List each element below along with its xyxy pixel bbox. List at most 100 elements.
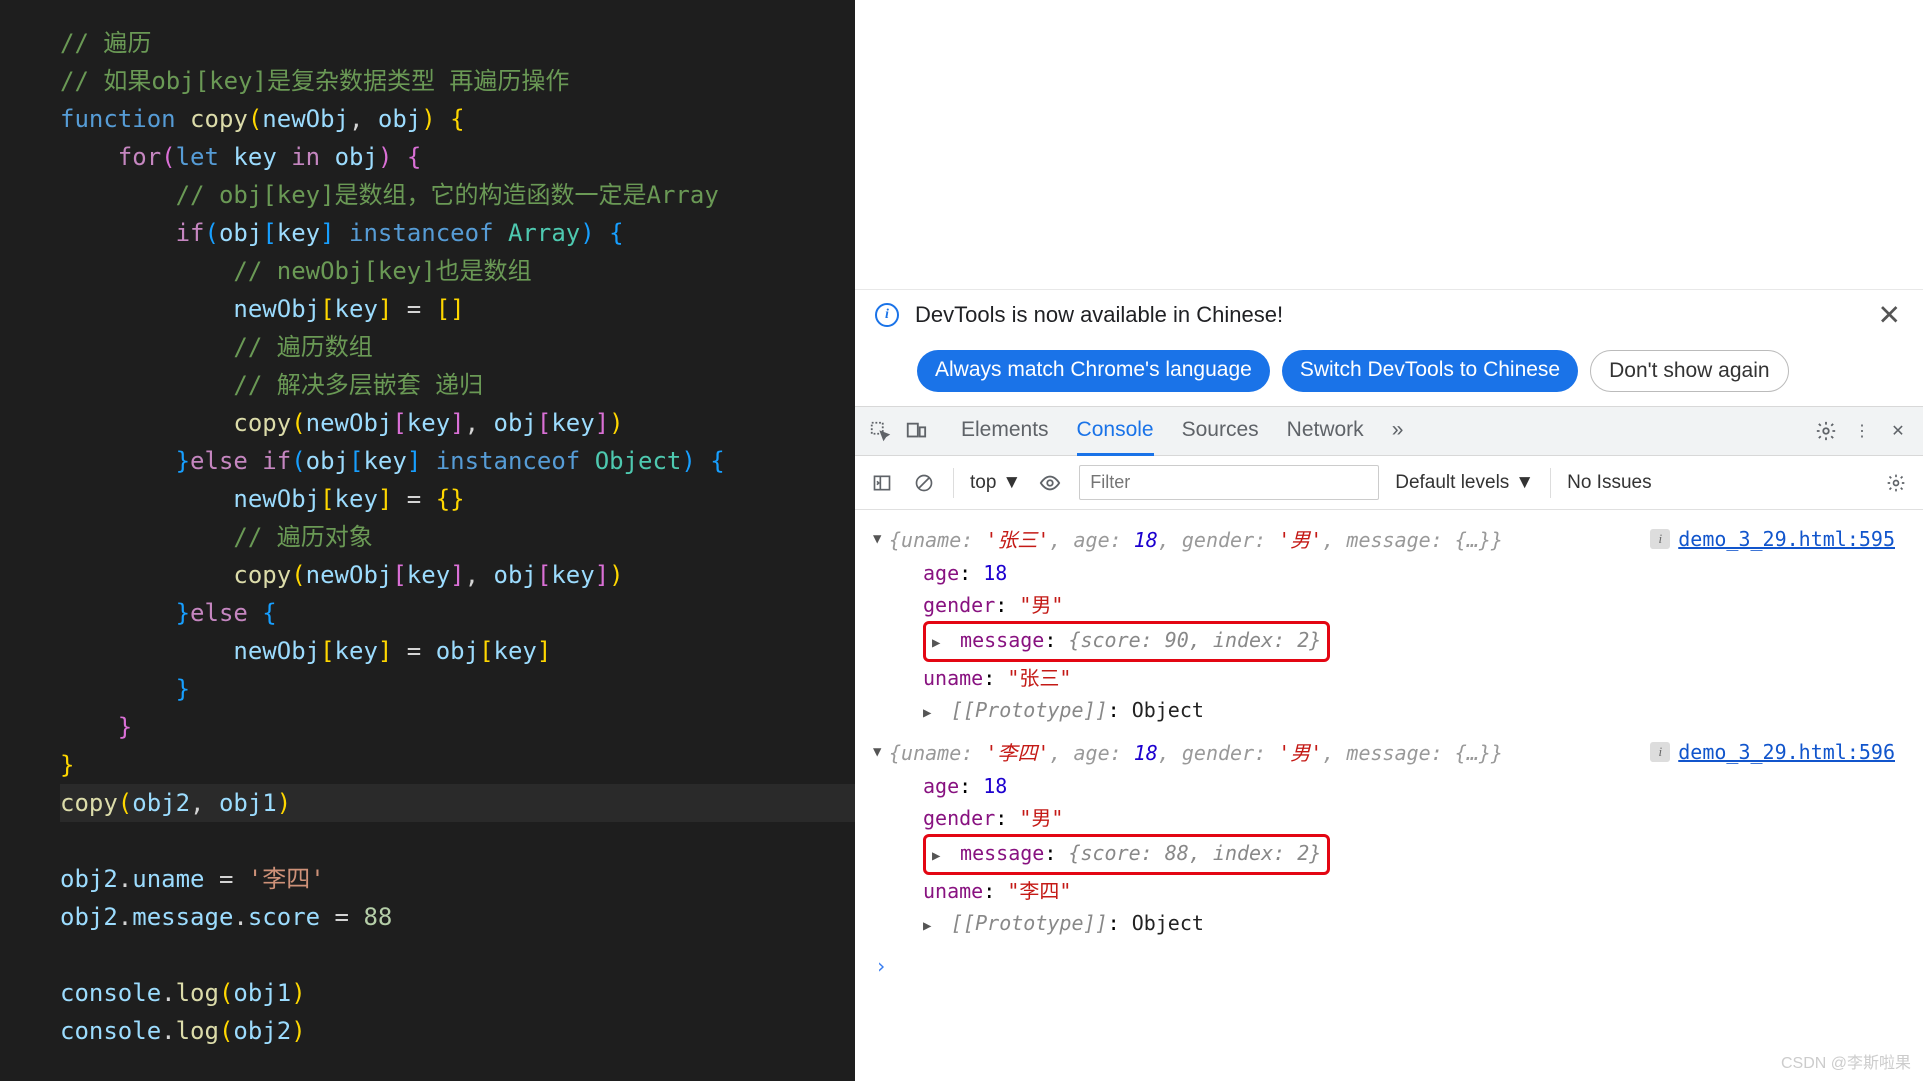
- issues-label: No Issues: [1567, 472, 1651, 494]
- switch-language-button[interactable]: Switch DevTools to Chinese: [1282, 350, 1578, 392]
- var: key: [233, 143, 276, 171]
- kebab-icon[interactable]: ⋮: [1849, 418, 1875, 444]
- match-language-button[interactable]: Always match Chrome's language: [917, 350, 1270, 392]
- kw: if: [262, 447, 291, 475]
- source-link[interactable]: demo_3_29.html:596: [1678, 740, 1895, 764]
- expand-icon[interactable]: ▶: [932, 627, 948, 659]
- var: obj2: [60, 903, 118, 931]
- fn: copy: [60, 789, 118, 817]
- var: key: [335, 637, 378, 665]
- prop-value: "男": [1019, 806, 1063, 830]
- gear-icon[interactable]: [1813, 418, 1839, 444]
- info-icon: i: [875, 303, 899, 327]
- type: Object: [595, 447, 682, 475]
- levels-selector[interactable]: Default levels▼: [1395, 472, 1534, 494]
- tab-network[interactable]: Network: [1287, 407, 1364, 456]
- var: console: [60, 1017, 161, 1045]
- console-prompt[interactable]: ›: [855, 946, 1923, 986]
- kw: else: [190, 599, 248, 627]
- code-comment: // 如果obj[key]是复杂数据类型 再遍历操作: [60, 67, 569, 95]
- prop-value: "李四": [1007, 879, 1071, 903]
- dismiss-button[interactable]: Don't show again: [1590, 350, 1788, 392]
- var: obj1: [219, 789, 277, 817]
- var: obj: [306, 447, 349, 475]
- kw: else: [190, 447, 248, 475]
- kw: if: [176, 219, 205, 247]
- console-toolbar: top▼ Default levels▼ No Issues: [855, 456, 1923, 510]
- prop-value: "男": [1019, 593, 1063, 617]
- var: newObj: [306, 409, 393, 437]
- kw: for: [118, 143, 161, 171]
- var: obj: [436, 637, 479, 665]
- var: obj: [494, 409, 537, 437]
- var: obj2: [132, 789, 190, 817]
- expand-icon[interactable]: ▶: [923, 910, 939, 942]
- code-comment: // 遍历数组: [233, 333, 372, 361]
- kw: function: [60, 105, 176, 133]
- fn: copy: [233, 561, 291, 589]
- close-devtools-icon[interactable]: ✕: [1885, 418, 1911, 444]
- banner-text: DevTools is now available in Chinese!: [915, 302, 1283, 328]
- console-log: ▼ {uname: '张三', age: 18, gender: '男', me…: [855, 520, 1923, 733]
- tab-elements[interactable]: Elements: [961, 407, 1049, 456]
- var: key: [494, 637, 537, 665]
- param: obj: [378, 105, 421, 133]
- var: key: [277, 219, 320, 247]
- object-summary[interactable]: {uname: '李四', age: 18, gender: '男', mess…: [889, 737, 1642, 766]
- device-icon[interactable]: [903, 418, 929, 444]
- source-link[interactable]: demo_3_29.html:595: [1678, 527, 1895, 551]
- code-comment: // 解决多层嵌套 递归: [233, 371, 483, 399]
- object-summary[interactable]: {uname: '张三', age: 18, gender: '男', mess…: [889, 524, 1642, 553]
- filter-input[interactable]: [1079, 465, 1379, 500]
- var: key: [407, 409, 450, 437]
- fn: copy: [233, 409, 291, 437]
- prop-value: 18: [983, 561, 1007, 585]
- num: 88: [363, 903, 392, 931]
- expand-icon[interactable]: ▼: [873, 744, 889, 760]
- var: obj2: [60, 865, 118, 893]
- more-tabs-icon[interactable]: »: [1392, 407, 1404, 456]
- expand-icon[interactable]: ▶: [923, 697, 939, 729]
- var: message: [132, 903, 233, 931]
- clear-icon[interactable]: [911, 470, 937, 496]
- devtools-tabbar: Elements Console Sources Network » ⋮ ✕: [855, 406, 1923, 456]
- expand-icon[interactable]: ▶: [932, 840, 948, 872]
- code-comment: // 遍历对象: [233, 523, 372, 551]
- var: newObj: [306, 561, 393, 589]
- tab-sources[interactable]: Sources: [1182, 407, 1259, 456]
- var: newObj: [233, 485, 320, 513]
- sidebar-toggle-icon[interactable]: [869, 470, 895, 496]
- var: key: [551, 409, 594, 437]
- code-comment: // obj[key]是数组，它的构造函数一定是Array: [176, 181, 719, 209]
- var: newObj: [233, 295, 320, 323]
- console-output: ▼ {uname: '张三', age: 18, gender: '男', me…: [855, 510, 1923, 1081]
- var: newObj: [233, 637, 320, 665]
- inspect-icon[interactable]: [867, 418, 893, 444]
- prop-value: Object: [1132, 698, 1204, 722]
- str: '李四': [248, 865, 325, 893]
- var: key: [363, 447, 406, 475]
- devtools-panel: i DevTools is now available in Chinese! …: [855, 0, 1923, 1081]
- var: key: [335, 485, 378, 513]
- expand-icon[interactable]: ▼: [873, 531, 889, 547]
- fn: log: [176, 1017, 219, 1045]
- prop-value: "张三": [1007, 666, 1071, 690]
- tab-console[interactable]: Console: [1077, 407, 1154, 456]
- var: obj: [335, 143, 378, 171]
- fn: log: [176, 979, 219, 1007]
- kw: in: [291, 143, 320, 171]
- fn: copy: [190, 105, 248, 133]
- gear-icon[interactable]: [1883, 470, 1909, 496]
- info-icon[interactable]: i: [1650, 742, 1670, 762]
- context-selector[interactable]: top▼: [970, 472, 1021, 494]
- info-icon[interactable]: i: [1650, 529, 1670, 549]
- highlighted-prop: ▶ message: {score: 90, index: 2}: [923, 621, 1330, 662]
- var: key: [551, 561, 594, 589]
- var: score: [248, 903, 320, 931]
- eye-icon[interactable]: [1037, 470, 1063, 496]
- code-editor: // 遍历 // 如果obj[key]是复杂数据类型 再遍历操作 functio…: [0, 0, 855, 1081]
- var: console: [60, 979, 161, 1007]
- close-icon[interactable]: ✕: [1878, 299, 1901, 332]
- type: Array: [508, 219, 580, 247]
- var: uname: [132, 865, 204, 893]
